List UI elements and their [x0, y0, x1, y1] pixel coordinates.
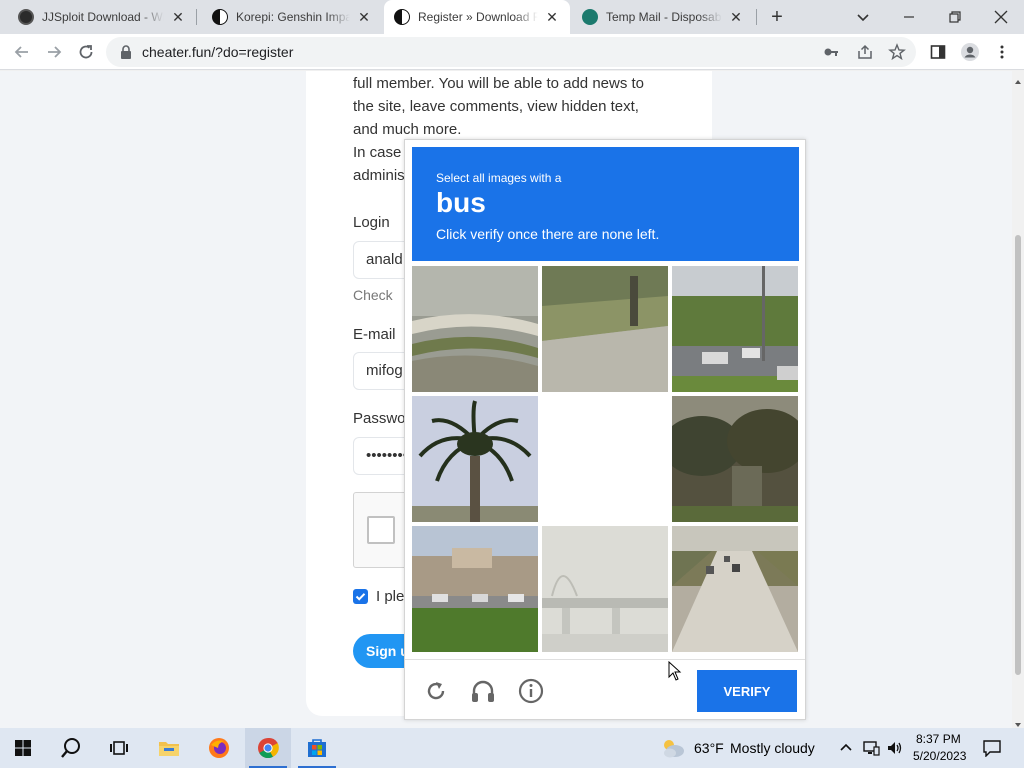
captcha-tile-8[interactable] [542, 526, 668, 652]
agree-text: I ple [376, 588, 405, 605]
korepi-favicon-icon [212, 9, 228, 25]
share-icon[interactable] [856, 43, 874, 61]
verify-button[interactable]: VERIFY [697, 670, 797, 712]
close-tab-icon[interactable]: ✕ [356, 9, 372, 26]
intro-text-line: the site, leave comments, view hidden te… [353, 98, 639, 115]
intro-text-line: and much more. [353, 121, 462, 138]
tab-separator [196, 9, 197, 25]
password-key-icon[interactable] [822, 43, 840, 61]
intro-text-line: adminis [353, 167, 405, 184]
captcha-tile-7[interactable] [412, 526, 538, 652]
search-icon[interactable] [48, 728, 94, 768]
captcha-tile-3[interactable] [672, 266, 798, 392]
captcha-header: Select all images with a bus Click verif… [412, 147, 799, 261]
side-panel-icon[interactable] [926, 40, 950, 64]
weather-description[interactable]: Mostly cloudy [730, 740, 815, 756]
scroll-down-arrow-icon[interactable] [1014, 716, 1022, 727]
captcha-tile-9[interactable] [672, 526, 798, 652]
bookmark-star-icon[interactable] [888, 43, 906, 61]
email-label: E-mail [353, 326, 396, 343]
intro-text-line: full member. You will be able to add new… [353, 75, 645, 92]
tab-search-chevron-down-icon[interactable] [852, 6, 874, 28]
agree-checkbox[interactable] [353, 589, 368, 604]
url-text: cheater.fun/?do=register [142, 44, 294, 60]
page-scrollbar[interactable] [1012, 71, 1024, 728]
captcha-tile-4[interactable] [412, 396, 538, 522]
captcha-select-text: Select all images with a [436, 171, 562, 185]
login-label: Login [353, 214, 390, 231]
windows-taskbar: 63°F Mostly cloudy 8:37 PM 5/20/2023 [0, 728, 1024, 768]
show-hidden-icons-chevron-up-icon[interactable] [838, 740, 854, 756]
captcha-tile-6[interactable] [672, 396, 798, 522]
info-icon[interactable] [516, 676, 546, 706]
tab-korepi[interactable]: Korepi: Genshin Impact ✕ [202, 0, 382, 34]
captcha-footer: VERIFY [405, 659, 805, 719]
weather-temperature[interactable]: 63°F [694, 740, 724, 756]
tab-title: JJSploit Download - Wi [42, 10, 164, 24]
volume-icon[interactable] [886, 740, 904, 756]
reload-icon[interactable] [74, 40, 98, 64]
new-tab-icon[interactable]: + [766, 6, 788, 28]
lock-icon[interactable] [118, 44, 134, 60]
clock-date[interactable]: 5/20/2023 [913, 749, 966, 763]
captcha-challenge-popup: Select all images with a bus Click verif… [404, 139, 806, 720]
check-link[interactable]: Check [353, 287, 393, 303]
captcha-checkbox[interactable] [367, 516, 395, 544]
checkmark-icon [355, 593, 366, 601]
password-label: Passwo [353, 410, 406, 427]
network-icon[interactable] [862, 740, 880, 756]
jjsploit-favicon-icon [18, 9, 34, 25]
forward-icon[interactable] [42, 40, 66, 64]
file-explorer-icon[interactable] [146, 728, 192, 768]
tempmail-favicon-icon [582, 9, 598, 25]
headphones-icon[interactable] [468, 676, 498, 706]
tab-separator [756, 9, 757, 25]
close-tab-icon[interactable]: ✕ [170, 9, 186, 26]
tab-strip: JJSploit Download - Wi ✕ Korepi: Genshin… [0, 0, 1024, 34]
tab-register[interactable]: Register » Download Fr ✕ [384, 0, 570, 34]
captcha-target-word: bus [436, 187, 486, 218]
profile-avatar-icon[interactable] [958, 40, 982, 64]
tab-tempmail[interactable]: Temp Mail - Disposable ✕ [572, 0, 754, 34]
minimize-icon[interactable] [898, 6, 920, 28]
browser-toolbar: cheater.fun/?do=register [0, 34, 1024, 70]
scrollbar-thumb[interactable] [1015, 235, 1021, 675]
scroll-up-arrow-icon[interactable] [1014, 73, 1022, 84]
register-favicon-icon [394, 9, 410, 25]
start-windows-icon[interactable] [0, 728, 46, 768]
captcha-tile-1[interactable] [412, 266, 538, 392]
intro-text-line: In case [353, 144, 402, 161]
captcha-instruction: Click verify once there are none left. [436, 226, 660, 242]
weather-cloudy-icon[interactable] [660, 736, 686, 760]
firefox-icon[interactable] [196, 728, 242, 768]
refresh-icon[interactable] [421, 676, 451, 706]
tab-title: Temp Mail - Disposable [606, 10, 722, 24]
close-tab-icon[interactable]: ✕ [544, 9, 560, 26]
chrome-icon[interactable] [245, 728, 291, 768]
menu-more-icon[interactable] [990, 40, 1014, 64]
close-window-icon[interactable] [990, 6, 1012, 28]
clock-time[interactable]: 8:37 PM [916, 732, 961, 746]
restore-icon[interactable] [944, 6, 966, 28]
tab-title: Korepi: Genshin Impact [236, 10, 350, 24]
tab-title: Register » Download Fr [418, 10, 538, 24]
notifications-icon[interactable] [982, 739, 1002, 758]
close-tab-icon[interactable]: ✕ [728, 9, 744, 26]
microsoft-store-icon[interactable] [294, 728, 340, 768]
captcha-tile-2[interactable] [542, 266, 668, 392]
address-bar[interactable]: cheater.fun/?do=register [106, 37, 916, 67]
task-view-icon[interactable] [96, 728, 142, 768]
captcha-tile-5[interactable] [542, 396, 668, 522]
back-icon[interactable] [10, 40, 34, 64]
tab-jjsploit[interactable]: JJSploit Download - Wi ✕ [8, 0, 196, 34]
mouse-cursor-icon [668, 661, 682, 681]
